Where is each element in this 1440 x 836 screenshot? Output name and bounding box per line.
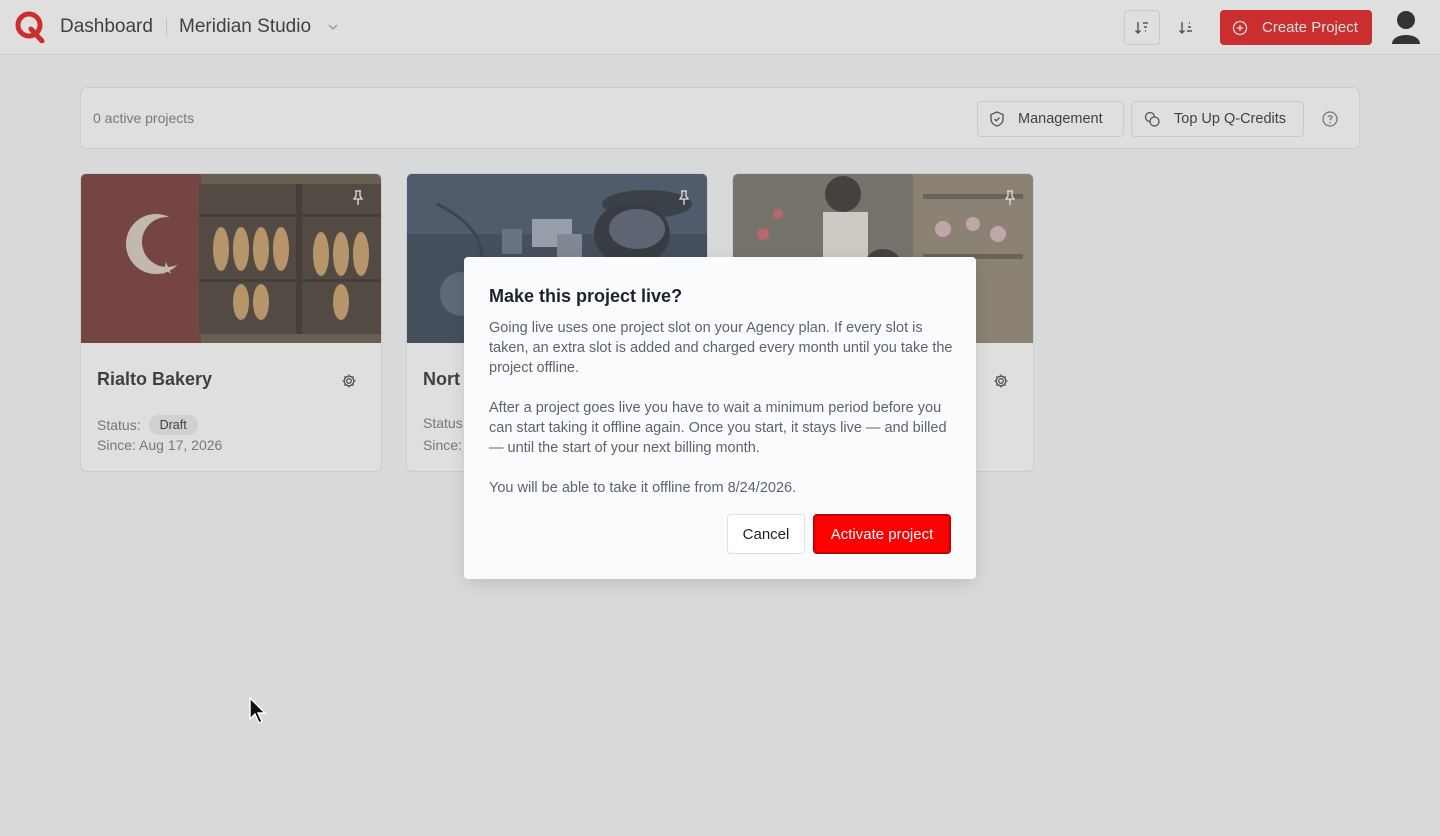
dialog-offline-date-text: You will be able to take it offline from… [489,480,797,496]
dialog-slot-text: Going live uses one project slot on your… [489,320,953,376]
go-live-dialog: Make this project live? Going live uses … [464,257,976,579]
mouse-cursor-icon [249,697,267,724]
cancel-button[interactable]: Cancel [727,514,805,554]
dialog-minimum-period-text: After a project goes live you have to wa… [489,400,947,456]
activate-project-button[interactable]: Activate project [813,514,951,554]
dialog-title: Make this project live? [489,286,683,306]
